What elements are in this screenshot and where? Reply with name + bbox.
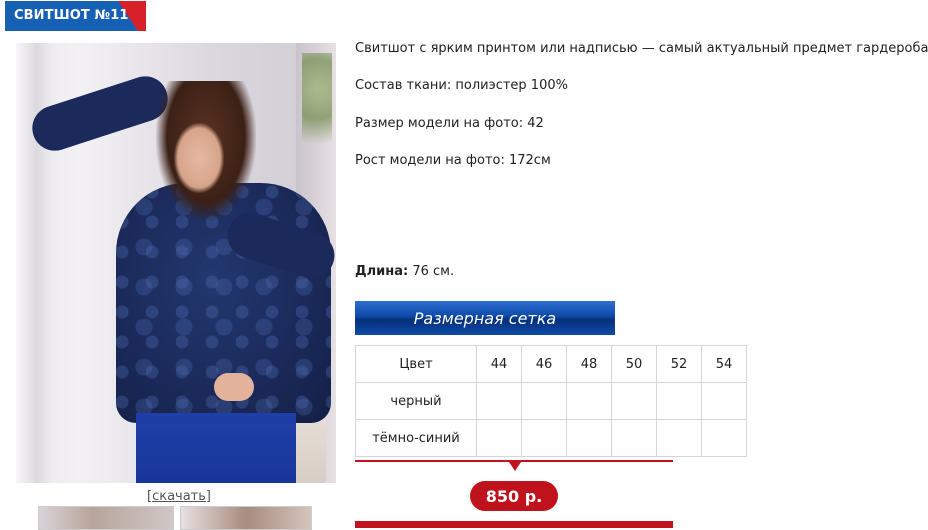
thumbnail-2[interactable] (180, 506, 312, 530)
photo-pants (136, 413, 296, 483)
price-badge: 850 р. (470, 481, 558, 511)
size-table: Цвет 44 46 48 50 52 54 черный тёмно-сини… (355, 345, 747, 457)
size-cell[interactable] (701, 382, 747, 420)
color-name-cell: тёмно-синий (355, 419, 477, 457)
color-name-cell: черный (355, 382, 477, 420)
product-title: СВИТШОТ №11 (14, 8, 129, 23)
size-cell[interactable] (611, 419, 657, 457)
model-height: Рост модели на фото: 172см (355, 153, 551, 168)
size-cell[interactable] (521, 419, 567, 457)
fabric-composition: Состав ткани: полиэстер 100% (355, 78, 568, 93)
buy-button[interactable] (355, 521, 673, 528)
model-size: Размер модели на фото: 42 (355, 116, 544, 131)
length-value: 76 см. (412, 264, 455, 279)
table-header-cell: 44 (476, 345, 522, 383)
table-row: черный (355, 382, 747, 420)
photo-hand (214, 373, 254, 401)
table-header-cell: 46 (521, 345, 567, 383)
table-row: тёмно-синий (355, 419, 747, 457)
size-cell[interactable] (521, 382, 567, 420)
size-cell[interactable] (566, 382, 612, 420)
table-header-cell: 54 (701, 345, 747, 383)
length-info: Длина: 76 см. (355, 264, 454, 279)
table-header-cell: 52 (656, 345, 702, 383)
description-line: Свитшот с ярким принтом или надписью — с… (355, 41, 928, 56)
download-link[interactable]: [скачать] (147, 489, 211, 504)
thumbnail-1[interactable] (38, 506, 174, 530)
size-chart-button[interactable]: Размерная сетка (355, 301, 615, 335)
product-photo[interactable] (16, 43, 336, 483)
size-cell[interactable] (476, 419, 522, 457)
table-header-cell: Цвет (355, 345, 477, 383)
length-label: Длина: (355, 264, 409, 279)
table-header-cell: 48 (566, 345, 612, 383)
table-header-cell: 50 (611, 345, 657, 383)
size-cell[interactable] (656, 419, 702, 457)
table-header-row: Цвет 44 46 48 50 52 54 (355, 345, 747, 383)
price-pointer-icon (509, 462, 521, 471)
photo-face (174, 123, 224, 193)
size-cell[interactable] (476, 382, 522, 420)
photo-plant (302, 53, 332, 173)
size-cell[interactable] (656, 382, 702, 420)
size-cell[interactable] (701, 419, 747, 457)
size-cell[interactable] (566, 419, 612, 457)
size-cell[interactable] (611, 382, 657, 420)
